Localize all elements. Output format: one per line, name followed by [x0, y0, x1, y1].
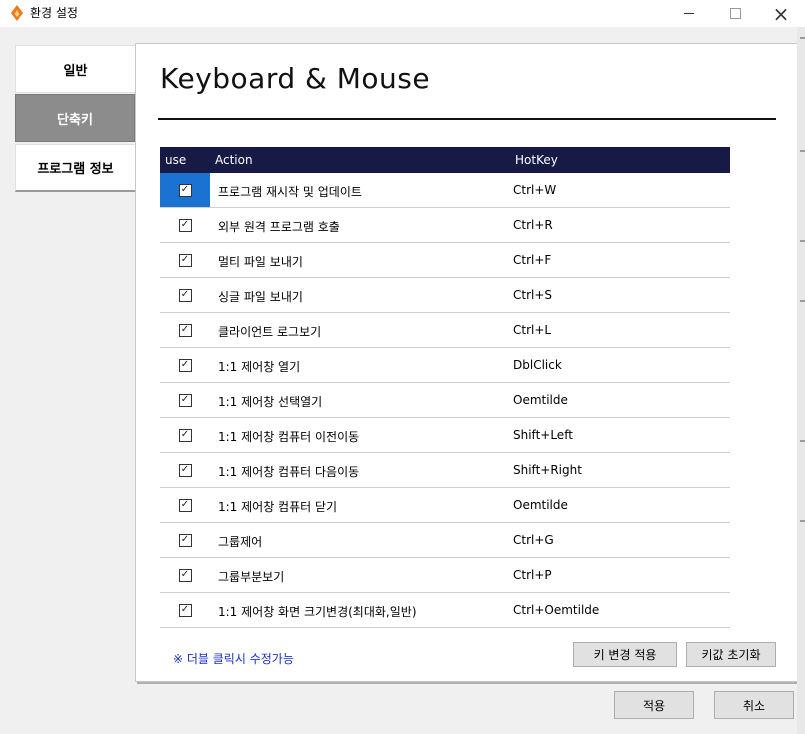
column-header-hotkey[interactable]: HotKey	[515, 153, 558, 167]
background-edge-mark	[800, 150, 805, 152]
use-cell[interactable]: ✓	[160, 243, 210, 277]
table-row[interactable]: ✓ 1:1 제어창 선택열기 Oemtilde	[160, 383, 730, 418]
use-checkbox[interactable]: ✓	[178, 533, 192, 547]
apply-key-change-button[interactable]: 키 변경 적용	[573, 642, 677, 667]
action-cell: 1:1 제어창 화면 크기변경(최대화,일반)	[218, 605, 417, 619]
use-cell[interactable]: ✓	[160, 383, 210, 417]
use-cell[interactable]: ✓	[160, 523, 210, 557]
use-cell[interactable]: ✓	[160, 418, 210, 452]
use-checkbox[interactable]: ✓	[178, 218, 192, 232]
hotkey-cell[interactable]: Oemtilde	[513, 498, 568, 512]
sidebar-item-shortcuts[interactable]: 단축키	[15, 94, 135, 142]
sidebar-item-label: 단축키	[57, 112, 93, 128]
use-checkbox[interactable]: ✓	[178, 358, 192, 372]
window-title: 환경 설정	[30, 6, 78, 20]
use-checkbox[interactable]: ✓	[178, 428, 192, 442]
use-checkbox[interactable]: ✓	[178, 568, 192, 582]
background-edge-mark	[800, 440, 805, 442]
action-cell: 1:1 제어창 열기	[218, 360, 301, 374]
close-icon: ×	[772, 1, 790, 26]
column-header-action[interactable]: Action	[215, 153, 253, 167]
use-cell[interactable]: ✓	[160, 558, 210, 592]
sidebar-item-program-info[interactable]: 프로그램 정보	[15, 144, 135, 192]
table-row[interactable]: ✓ 싱글 파일 보내기 Ctrl+S	[160, 278, 730, 313]
close-button[interactable]: ×	[758, 0, 804, 27]
table-row[interactable]: ✓ 멀티 파일 보내기 Ctrl+F	[160, 243, 730, 278]
sidebar-item-general[interactable]: 일반	[15, 45, 135, 93]
maximize-icon	[729, 8, 741, 19]
use-checkbox[interactable]: ✓	[178, 288, 192, 302]
table-header: use Action HotKey	[160, 147, 730, 173]
use-cell[interactable]: ✓	[160, 173, 210, 207]
minimize-icon	[684, 13, 694, 14]
use-checkbox[interactable]: ✓	[178, 183, 192, 197]
table-row[interactable]: ✓ 외부 원격 프로그램 호출 Ctrl+R	[160, 208, 730, 243]
background-edge-mark	[800, 520, 805, 522]
table-row[interactable]: ✓ 그룹제어 Ctrl+G	[160, 523, 730, 558]
background-edge-mark	[800, 300, 805, 302]
sidebar-item-label: 일반	[63, 63, 88, 79]
maximize-button[interactable]	[712, 0, 758, 27]
hotkey-cell[interactable]: Ctrl+L	[513, 323, 551, 337]
use-checkbox[interactable]: ✓	[178, 323, 192, 337]
edit-hint: ※ 더블 클릭시 수정가능	[173, 652, 294, 666]
use-cell[interactable]: ✓	[160, 278, 210, 312]
app-icon	[11, 5, 23, 21]
table-row[interactable]: ✓ 프로그램 재시작 및 업데이트 Ctrl+W	[160, 173, 730, 208]
action-cell: 외부 원격 프로그램 호출	[218, 220, 340, 234]
use-checkbox[interactable]: ✓	[178, 463, 192, 477]
use-cell[interactable]: ✓	[160, 488, 210, 522]
action-cell: 1:1 제어창 컴퓨터 다음이동	[218, 465, 360, 479]
use-cell[interactable]: ✓	[160, 348, 210, 382]
hotkey-cell[interactable]: Ctrl+P	[513, 568, 552, 582]
hotkey-cell[interactable]: Ctrl+F	[513, 253, 551, 267]
action-cell: 프로그램 재시작 및 업데이트	[218, 185, 362, 199]
use-cell[interactable]: ✓	[160, 313, 210, 347]
background-edge-mark	[800, 240, 805, 242]
table-row[interactable]: ✓ 1:1 제어창 컴퓨터 다음이동 Shift+Right	[160, 453, 730, 488]
use-checkbox[interactable]: ✓	[178, 498, 192, 512]
hotkey-cell[interactable]: DblClick	[513, 358, 562, 372]
page-title: Keyboard & Mouse	[160, 62, 431, 95]
hotkey-cell[interactable]: Shift+Right	[513, 463, 582, 477]
action-cell: 싱글 파일 보내기	[218, 290, 303, 304]
hotkey-cell[interactable]: Ctrl+S	[513, 288, 552, 302]
action-cell: 멀티 파일 보내기	[218, 255, 303, 269]
action-cell: 1:1 제어창 선택열기	[218, 395, 323, 409]
action-cell: 1:1 제어창 컴퓨터 닫기	[218, 500, 338, 514]
sidebar-item-label: 프로그램 정보	[37, 162, 114, 177]
action-cell: 그룹제어	[218, 535, 263, 549]
hotkey-table: use Action HotKey ✓ 프로그램 재시작 및 업데이트 Ctrl+W…	[160, 147, 730, 628]
table-row[interactable]: ✓ 1:1 제어창 컴퓨터 닫기 Oemtilde	[160, 488, 730, 523]
table-row[interactable]: ✓ 1:1 제어창 컴퓨터 이전이동 Shift+Left	[160, 418, 730, 453]
reset-keys-button[interactable]: 키값 초기화	[686, 642, 776, 667]
action-cell: 1:1 제어창 컴퓨터 이전이동	[218, 430, 360, 444]
title-divider	[158, 118, 776, 120]
use-checkbox[interactable]: ✓	[178, 603, 192, 617]
use-checkbox[interactable]: ✓	[178, 253, 192, 267]
title-bar: 환경 설정 ×	[0, 0, 805, 27]
table-row[interactable]: ✓ 1:1 제어창 열기 DblClick	[160, 348, 730, 383]
action-cell: 클라이언트 로그보기	[218, 325, 322, 339]
cancel-button[interactable]: 취소	[714, 691, 794, 719]
use-checkbox[interactable]: ✓	[178, 393, 192, 407]
hotkey-cell[interactable]: Ctrl+Oemtilde	[513, 603, 599, 617]
hotkey-cell[interactable]: Ctrl+W	[513, 183, 556, 197]
use-cell[interactable]: ✓	[160, 208, 210, 242]
column-header-use[interactable]: use	[165, 153, 186, 167]
hotkey-cell[interactable]: Ctrl+G	[513, 533, 554, 547]
background-edge-mark	[800, 37, 805, 39]
apply-button[interactable]: 적용	[614, 691, 694, 719]
minimize-button[interactable]	[666, 0, 712, 27]
use-cell[interactable]: ✓	[160, 453, 210, 487]
background-window-edge	[797, 27, 805, 734]
table-row[interactable]: ✓ 그룹부분보기 Ctrl+P	[160, 558, 730, 593]
hotkey-cell[interactable]: Oemtilde	[513, 393, 568, 407]
action-cell: 그룹부분보기	[218, 570, 285, 584]
table-row[interactable]: ✓ 1:1 제어창 화면 크기변경(최대화,일반) Ctrl+Oemtilde	[160, 593, 730, 628]
hotkey-cell[interactable]: Shift+Left	[513, 428, 573, 442]
table-row[interactable]: ✓ 클라이언트 로그보기 Ctrl+L	[160, 313, 730, 348]
use-cell[interactable]: ✓	[160, 593, 210, 627]
hotkey-cell[interactable]: Ctrl+R	[513, 218, 553, 232]
